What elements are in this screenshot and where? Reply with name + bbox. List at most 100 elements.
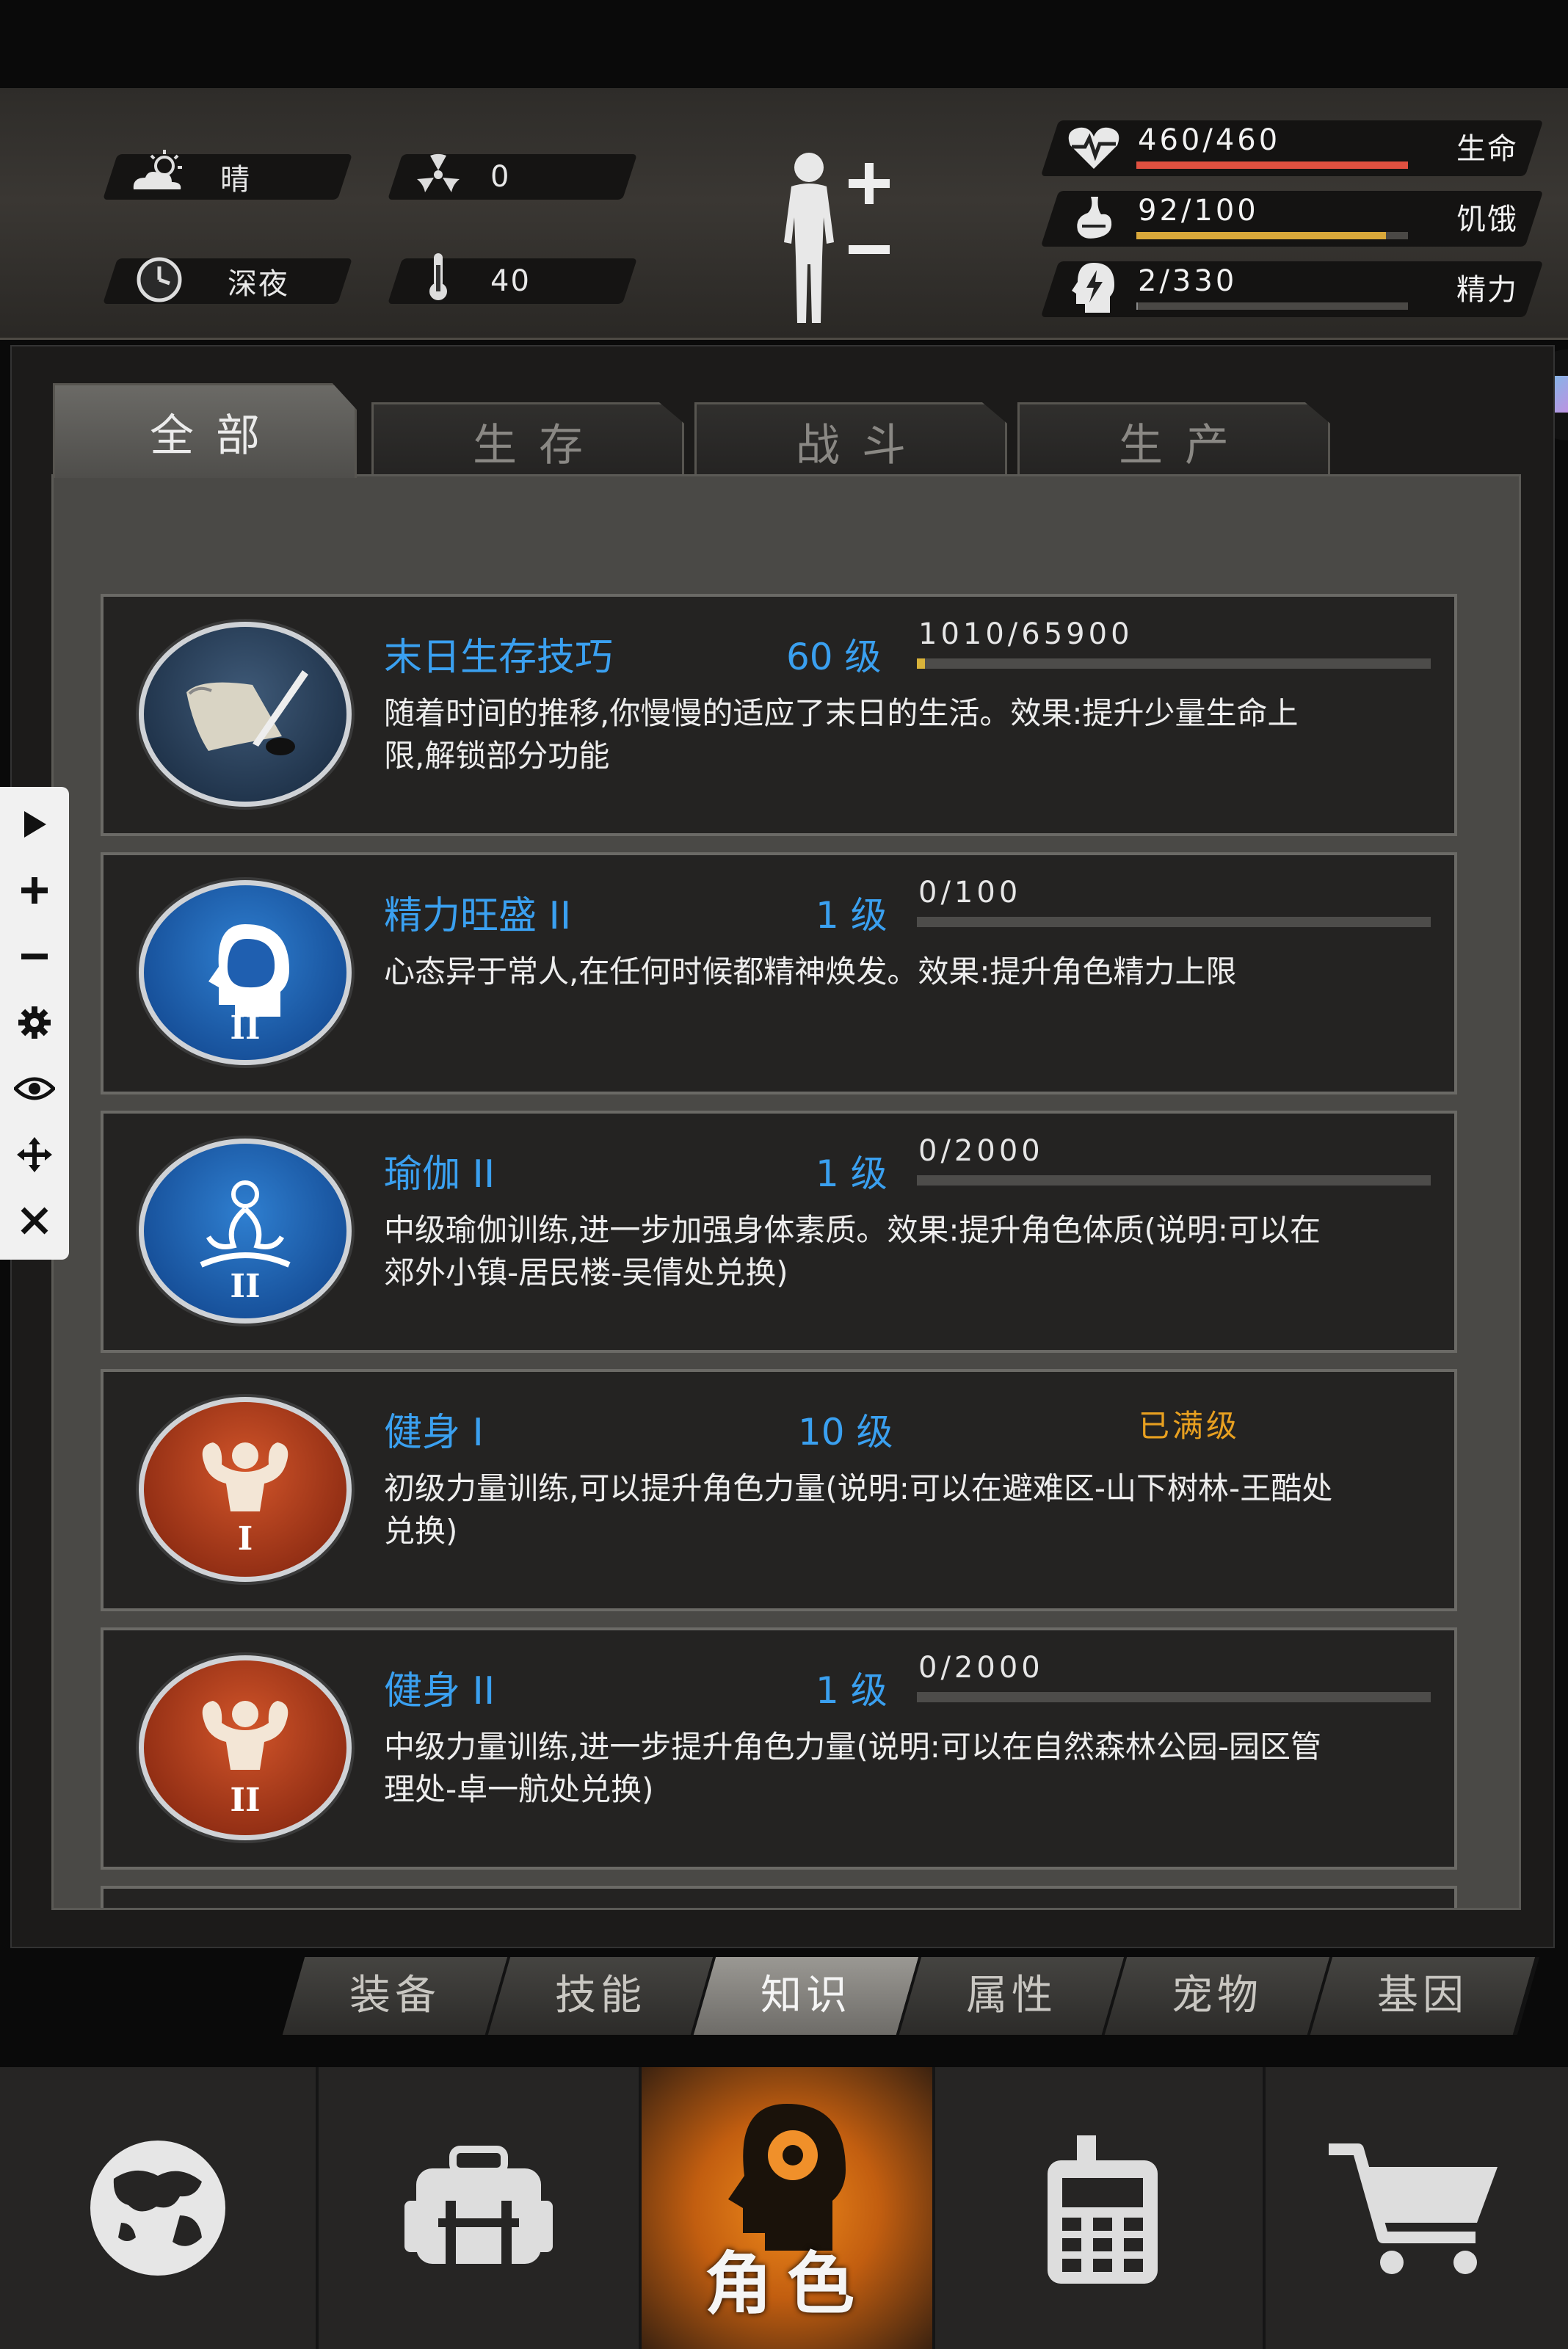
tab-all[interactable]: 全部 — [53, 383, 357, 478]
list-item[interactable]: II 健身 II 1 级 0/2000 中级力量训练,进一步提升角色力量(说明:… — [101, 1627, 1457, 1870]
radiation-value: 0 — [490, 160, 511, 194]
subtab-skills[interactable]: 技能 — [487, 1957, 718, 2035]
settings-button[interactable] — [0, 990, 69, 1056]
floating-toolbar — [0, 787, 69, 1260]
subtab-label: 装备 — [349, 1972, 440, 2019]
skill-description: 初级力量训练,可以提升角色力量(说明:可以在避难区-山下树林-王酷处兑换) — [384, 1470, 1333, 1549]
tab-production-label: 生产 — [1119, 419, 1251, 471]
skill-title: 末日生存技巧 — [384, 636, 614, 680]
subtab-knowledge[interactable]: 知识 — [693, 1957, 923, 2035]
eye-icon — [14, 1077, 55, 1100]
tab-all-label: 全部 — [150, 410, 282, 462]
energy-value: 2/330 — [1138, 264, 1238, 298]
skill-list[interactable]: 末日生存技巧 60 级 1010/65900 随着时间的推移,你慢慢的适应了末日… — [51, 474, 1521, 1910]
nav-phone[interactable] — [935, 2067, 1266, 2349]
brain-head-icon: II — [139, 880, 352, 1065]
plus-icon — [21, 877, 48, 904]
tab-survival-label: 生存 — [473, 419, 605, 471]
nav-character[interactable]: 角色 — [642, 2067, 935, 2349]
muscle-icon: II — [139, 1655, 352, 1840]
subtab-label: 宠物 — [1172, 1972, 1263, 2019]
time-of-day-text: 深夜 — [228, 267, 289, 301]
svg-text:II: II — [230, 1782, 260, 1819]
zoom-in-button[interactable] — [0, 857, 69, 923]
list-item[interactable]: II 精力旺盛 II 1 级 0/100 心态异于常人,在任何时候都精神焕发。效… — [101, 852, 1457, 1094]
list-item[interactable]: II 瑜伽 II 1 级 0/2000 中级瑜伽训练,进一步加强身体素质。效果:… — [101, 1111, 1457, 1353]
subtab-genes[interactable]: 基因 — [1310, 1957, 1540, 2035]
subtab-label: 基因 — [1377, 1972, 1468, 2019]
close-icon — [21, 1207, 48, 1235]
subtab-pets[interactable]: 宠物 — [1104, 1957, 1335, 2035]
skill-title: 精力旺盛 II — [384, 894, 572, 938]
health-label: 生命 — [1456, 132, 1518, 166]
skill-progress-text: 0/2000 — [918, 1134, 1044, 1168]
skill-description: 中级力量训练,进一步提升角色力量(说明:可以在自然森林公园-园区管理处-卓一航处… — [384, 1729, 1322, 1807]
nav-world-map[interactable] — [0, 2067, 319, 2349]
close-button[interactable] — [0, 1188, 69, 1254]
subtab-equipment[interactable]: 装备 — [282, 1957, 512, 2035]
clock-icon — [126, 254, 192, 305]
nav-backpack[interactable] — [319, 2067, 642, 2349]
gear-icon — [18, 1006, 51, 1039]
bottom-nav: 角色 — [0, 2067, 1568, 2349]
list-item[interactable]: 末日生存技巧 60 级 1010/65900 随着时间的推移,你慢慢的适应了末日… — [101, 594, 1457, 836]
subtab-label: 技能 — [555, 1972, 646, 2019]
svg-text:II: II — [230, 1009, 260, 1046]
skill-title: 健身 II — [384, 1669, 496, 1713]
skill-progress-fill — [917, 658, 925, 669]
zoom-out-button[interactable] — [0, 923, 69, 990]
hunger-value: 92/100 — [1138, 194, 1259, 228]
subtab-label: 属性 — [966, 1972, 1057, 2019]
skill-description: 随着时间的推移,你慢慢的适应了末日的生活。效果:提升少量生命上限,解锁部分功能 — [384, 695, 1299, 774]
skill-description: 中级瑜伽训练,进一步加强身体素质。效果:提升角色体质(说明:可以在郊外小镇-居民… — [384, 1212, 1321, 1290]
scroll-quill-icon — [139, 622, 352, 807]
move-arrows-icon — [17, 1137, 52, 1172]
subtab-label: 知识 — [761, 1972, 852, 2019]
weather-sun-cloud-icon — [126, 147, 192, 198]
radiation-icon — [405, 148, 471, 200]
skill-progress-text: 0/100 — [918, 876, 1022, 910]
weather-text: 晴 — [220, 163, 251, 197]
play-button[interactable] — [0, 791, 69, 857]
skill-progress-bar — [917, 1692, 1431, 1702]
thermometer-icon — [405, 251, 471, 302]
human-body-icon — [784, 153, 890, 323]
skill-level: 1 级 — [816, 894, 888, 937]
svg-text:I: I — [238, 1520, 253, 1558]
temperature-value: 40 — [490, 264, 531, 298]
nav-shop[interactable] — [1266, 2067, 1568, 2349]
tab-survival[interactable]: 生存 — [371, 402, 684, 478]
skill-level: 1 级 — [816, 1152, 888, 1195]
health-value: 460/460 — [1138, 123, 1281, 157]
tab-combat[interactable]: 战斗 — [694, 402, 1007, 478]
skill-progress-text: 1010/65900 — [918, 617, 1133, 651]
skill-title: 健身 I — [384, 1411, 484, 1455]
skill-level: 1 级 — [816, 1669, 888, 1712]
skill-progress-bar — [917, 1175, 1431, 1186]
health-bar-fill — [1136, 161, 1408, 169]
globe-icon — [90, 2141, 225, 2276]
minus-icon — [21, 954, 48, 959]
meditation-icon: II — [139, 1139, 352, 1324]
subtab-attributes[interactable]: 属性 — [899, 1957, 1129, 2035]
skill-title: 瑜伽 II — [384, 1152, 496, 1197]
hunger-label: 饥饿 — [1456, 203, 1518, 236]
heart-pulse-icon — [1064, 122, 1123, 176]
list-item[interactable]: I 健身 I 10 级 已满级 初级力量训练,可以提升角色力量(说明:可以在避难… — [101, 1369, 1457, 1611]
svg-text:II: II — [230, 1268, 260, 1304]
nav-character-label: 角色 — [704, 2245, 869, 2323]
tab-combat-label: 战斗 — [796, 419, 928, 471]
skill-description: 心态异于常人,在任何时候都精神焕发。效果:提升角色精力上限 — [384, 954, 1237, 990]
skill-progress-bar — [917, 658, 1431, 669]
phone-icon — [1048, 2135, 1158, 2284]
skill-level: 60 级 — [786, 636, 882, 678]
stomach-icon — [1069, 192, 1120, 247]
list-item[interactable] — [101, 1886, 1457, 1908]
energy-bar-fill — [1136, 302, 1139, 310]
move-button[interactable] — [0, 1122, 69, 1188]
energy-label: 精力 — [1456, 273, 1518, 307]
tab-production[interactable]: 生产 — [1017, 402, 1330, 478]
visibility-button[interactable] — [0, 1056, 69, 1122]
body-status-button[interactable] — [756, 147, 910, 338]
backpack-icon — [404, 2146, 553, 2264]
